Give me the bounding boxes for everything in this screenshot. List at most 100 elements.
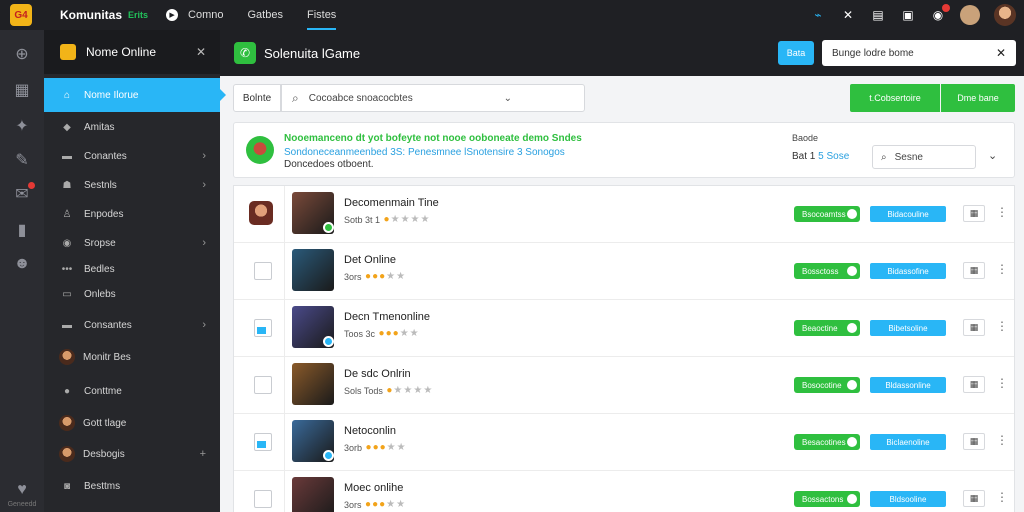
row-checkbox[interactable] <box>254 433 272 451</box>
list-item[interactable]: Decn Tmenonline Toos 3c ● ● ● ★ ★ Beaoctine Bib… <box>234 300 1014 357</box>
add-icon[interactable]: ⊕ <box>12 44 32 64</box>
list-item[interactable]: Det Online 3ors ● ● ● ★ ★ Bossctoss Bidassofine… <box>234 243 1014 300</box>
list-item[interactable]: Decomenmain Tine Sotb 3t 1 ● ★ ★ ★ ★ Bsocoamts… <box>234 186 1014 243</box>
grid-icon[interactable]: ▦ <box>963 433 985 450</box>
inventory-icon[interactable]: ▦ <box>12 80 32 100</box>
game-icon <box>60 44 76 60</box>
star-icon: ● <box>372 499 379 510</box>
filter-search-input[interactable]: ⌕ Cocoabce snoacocbtes ⌄ <box>281 84 585 112</box>
game-name[interactable]: Netoconlin <box>344 425 396 437</box>
divider <box>284 357 285 414</box>
toggle-knob <box>847 323 857 333</box>
user-icon[interactable]: ☻ <box>12 254 32 274</box>
friend-avatar[interactable] <box>960 5 980 25</box>
grid-icon[interactable]: ▦ <box>963 319 985 336</box>
chevron-right-icon: › <box>202 237 206 249</box>
tools-icon[interactable]: ✕ <box>840 7 856 23</box>
book-icon[interactable]: ▮ <box>12 220 32 240</box>
sidebar-item[interactable]: Gott tlage <box>44 408 220 438</box>
online-toggle[interactable]: Bossactons <box>794 491 860 507</box>
online-toggle[interactable]: Bsocoamtss <box>794 206 860 222</box>
more-icon[interactable]: ⋮ <box>996 376 1008 390</box>
game-name[interactable]: Decomenmain Tine <box>344 197 439 209</box>
online-toggle[interactable]: Bosocotine <box>794 377 860 393</box>
chevron-down-icon[interactable]: ⌄ <box>988 149 997 162</box>
sidebar-item[interactable]: ♙ Enpodes <box>44 199 220 229</box>
grid-icon[interactable]: ▦ <box>963 262 985 279</box>
game-name[interactable]: Moec onlihe <box>344 482 403 494</box>
row-checkbox[interactable] <box>254 319 272 337</box>
header-search-input[interactable]: Bunge lodre bome ✕ <box>822 40 1016 66</box>
more-icon[interactable]: ⋮ <box>996 205 1008 219</box>
online-toggle[interactable]: Besacotines <box>794 434 860 450</box>
join-button[interactable]: Biclaenoline <box>870 434 946 450</box>
app-logo[interactable]: G4 <box>10 4 32 26</box>
chevron-down-icon[interactable]: ⌄ <box>504 93 512 104</box>
list-item[interactable]: De sdc Onlrin Sols Tods ● ★ ★ ★ ★ Bosocotine Bl… <box>234 357 1014 414</box>
sidebar-item[interactable]: ▭ Onlebs <box>44 279 220 309</box>
sidebar-item[interactable]: Desbogis + <box>44 439 220 469</box>
star-icon: ● <box>365 442 372 453</box>
game-name[interactable]: Det Online <box>344 254 396 266</box>
top-nav-item-active[interactable]: Fistes <box>306 0 337 30</box>
sidebar-item[interactable]: ◆ Amitas <box>44 112 220 142</box>
join-button[interactable]: Bidassofine <box>870 263 946 279</box>
sidebar-item[interactable]: ▬ Conantes › <box>44 141 220 171</box>
banner-line-2: Sondoneceanmeenbed 3S: Penesmnee lSnoten… <box>284 147 565 158</box>
banner-search-input[interactable]: ⌕ Sesne <box>872 145 976 169</box>
toggle-knob <box>847 266 857 276</box>
sidebar-item[interactable]: Monitr Bes <box>44 342 220 372</box>
more-icon[interactable]: ⋮ <box>996 319 1008 333</box>
more-icon[interactable]: ⋮ <box>996 490 1008 504</box>
row-checkbox[interactable] <box>254 376 272 394</box>
screen-icon[interactable]: ▣ <box>900 7 916 23</box>
sidebar-item[interactable]: ● Conttme <box>44 376 220 406</box>
sidebar-item[interactable]: ◙ Besttms <box>44 471 220 501</box>
notification-badge <box>942 4 950 12</box>
join-button[interactable]: Bldassonline <box>870 377 946 393</box>
sidebar-item[interactable]: ☗ Sestnls › <box>44 170 220 200</box>
close-icon[interactable]: ✕ <box>196 45 206 59</box>
grid-icon[interactable]: ▦ <box>963 205 985 222</box>
chat-icon[interactable]: ✉ <box>12 182 35 204</box>
heart-icon[interactable]: ♥ <box>12 480 32 500</box>
controller-icon[interactable]: ⌁ <box>810 7 826 23</box>
game-name[interactable]: Decn Tmenonline <box>344 311 430 323</box>
join-button[interactable]: Bibetsoline <box>870 320 946 336</box>
filter-dropdown[interactable]: Bolnte <box>233 84 281 112</box>
chevron-right-icon: › <box>202 319 206 331</box>
join-button[interactable]: Bldsooline <box>870 491 946 507</box>
plus-icon[interactable]: + <box>200 448 206 460</box>
clear-icon[interactable]: ✕ <box>996 46 1006 60</box>
grid-icon[interactable]: ▦ <box>963 376 985 393</box>
game-thumbnail[interactable] <box>292 477 334 512</box>
more-icon[interactable]: ⋮ <box>996 433 1008 447</box>
user-avatar[interactable] <box>994 4 1016 26</box>
more-icon[interactable]: ⋮ <box>996 262 1008 276</box>
list-item[interactable]: Netoconlin 3orb ● ● ● ★ ★ Besacotines Biclaenol… <box>234 414 1014 471</box>
sidebar-item-home[interactable]: ⌂ Nome Ilorue <box>44 78 226 112</box>
list-item[interactable]: Moec onlihe 3ors ● ● ● ★ ★ Bossactons Bldsoolin… <box>234 471 1014 512</box>
row-checkbox[interactable] <box>254 262 272 280</box>
join-button[interactable]: Bidacouline <box>870 206 946 222</box>
star-icon: ★ <box>420 214 430 225</box>
row-avatar[interactable] <box>249 201 273 225</box>
game-thumbnail[interactable] <box>292 249 334 291</box>
chat-icon[interactable]: ▤ <box>870 7 886 23</box>
online-toggle[interactable]: Bossctoss <box>794 263 860 279</box>
phone-icon: ✆ <box>234 42 256 64</box>
primary-action-button[interactable]: t.Cobsertoire <box>850 84 940 112</box>
row-checkbox[interactable] <box>254 490 272 508</box>
search-button[interactable]: Bata <box>778 41 814 65</box>
tools-icon[interactable]: ✦ <box>12 116 32 136</box>
game-thumbnail[interactable] <box>292 363 334 405</box>
sidebar-item[interactable]: ▬ Consantes › <box>44 310 220 340</box>
top-nav-item[interactable]: Gatbes <box>248 0 283 30</box>
game-name[interactable]: De sdc Onlrin <box>344 368 411 380</box>
wrench-icon[interactable]: ✎ <box>12 150 32 170</box>
grid-icon[interactable]: ▦ <box>963 490 985 507</box>
notification-icon[interactable]: ◉ <box>930 4 950 23</box>
top-nav-item[interactable]: ▶ Comno <box>166 0 224 30</box>
online-toggle[interactable]: Beaoctine <box>794 320 860 336</box>
secondary-action-button[interactable]: Dme bane <box>941 84 1015 112</box>
